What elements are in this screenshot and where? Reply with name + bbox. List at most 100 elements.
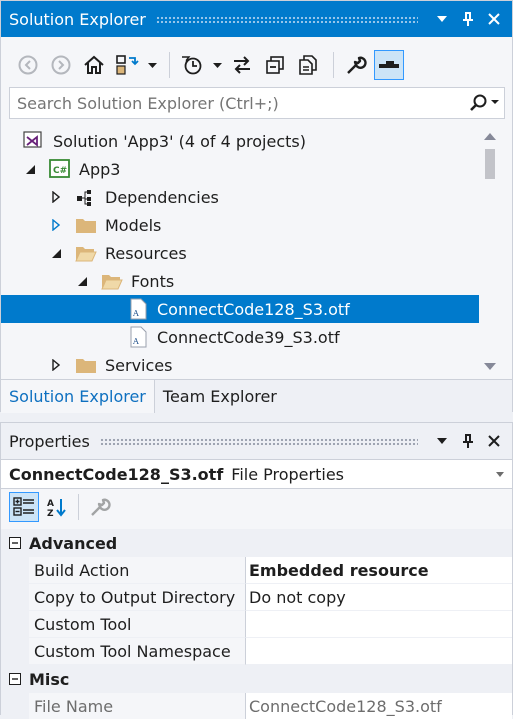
solution-explorer-titlebar[interactable]: Solution Explorer (1, 1, 512, 37)
switch-views-dropdown-icon[interactable] (145, 50, 159, 80)
svg-text:A: A (132, 337, 139, 346)
property-pages-wrench-icon[interactable] (85, 492, 115, 522)
tree-item-app3[interactable]: C# App3 (1, 155, 479, 183)
alphabetical-icon[interactable]: AZ (42, 492, 72, 522)
property-value[interactable] (246, 611, 512, 638)
properties-titlebar[interactable]: Properties (1, 423, 512, 459)
font-file-icon: A (127, 298, 149, 320)
folder-open-icon (101, 270, 123, 292)
tree-item-label: Models (105, 215, 162, 235)
tree-item-resources[interactable]: Resources (1, 239, 479, 267)
tree-item-label: Services (105, 355, 173, 375)
close-icon[interactable] (482, 7, 506, 31)
pending-changes-filter-icon[interactable] (177, 50, 207, 80)
row-gutter (1, 611, 29, 638)
property-row-build-action[interactable]: Build Action Embedded resource (1, 557, 512, 584)
solution-tree[interactable]: Solution 'App3' (4 of 4 projects) C# App… (1, 125, 481, 377)
back-icon[interactable] (13, 50, 43, 80)
pin-icon[interactable] (456, 7, 480, 31)
category-advanced[interactable]: Advanced (1, 529, 512, 557)
tree-item-dependencies[interactable]: Dependencies (1, 183, 479, 211)
row-gutter (1, 584, 29, 611)
row-gutter (1, 638, 29, 665)
pin-icon[interactable] (456, 429, 480, 453)
svg-text:A: A (132, 309, 139, 318)
categorized-icon[interactable] (9, 492, 39, 522)
row-gutter (1, 693, 29, 719)
window-position-dropdown-icon[interactable] (430, 7, 454, 31)
tree-item-connectcode128-selected[interactable]: A ConnectCode128_S3.otf (1, 295, 479, 323)
property-grid[interactable]: Advanced Build Action Embedded resource … (1, 529, 512, 719)
category-misc[interactable]: Misc (1, 665, 512, 693)
property-row-file-name[interactable]: File Name ConnectCode128_S3.otf (1, 693, 512, 719)
search-input[interactable] (17, 93, 464, 113)
titlebar-grip[interactable] (99, 437, 418, 445)
row-gutter (1, 557, 29, 584)
category-label: Misc (29, 669, 70, 689)
csharp-project-icon: C# (49, 158, 71, 180)
property-name: Custom Tool (29, 611, 246, 638)
scrollbar-thumb[interactable] (485, 149, 495, 179)
switch-views-icon[interactable] (112, 50, 142, 80)
collapsed-arrow-icon[interactable] (49, 190, 63, 204)
titlebar-grip[interactable] (155, 15, 418, 23)
tree-item-label: Solution 'App3' (4 of 4 projects) (53, 131, 306, 151)
collapse-all-icon[interactable] (260, 50, 290, 80)
collapse-box-icon[interactable] (1, 529, 29, 557)
tree-item-models[interactable]: Models (1, 211, 479, 239)
toolbar-separator (333, 52, 334, 78)
toolbar-separator (78, 494, 79, 520)
scroll-down-arrow-icon[interactable] (481, 357, 499, 375)
property-value[interactable]: Do not copy (246, 584, 512, 611)
tree-item-services[interactable]: Services (1, 351, 479, 377)
property-value[interactable]: ConnectCode128_S3.otf (246, 693, 512, 719)
expanded-arrow-icon[interactable] (75, 274, 89, 288)
folder-icon (75, 354, 97, 376)
forward-icon[interactable] (46, 50, 76, 80)
tree-item-label: App3 (79, 159, 121, 179)
tree-item-label: Dependencies (105, 187, 219, 207)
scroll-up-arrow-icon[interactable] (481, 127, 499, 145)
search-icon[interactable] (464, 88, 504, 118)
tab-solution-explorer[interactable]: Solution Explorer (1, 380, 155, 413)
pending-changes-dropdown-icon[interactable] (210, 50, 224, 80)
window-position-dropdown-icon[interactable] (430, 429, 454, 453)
property-name: Build Action (29, 557, 246, 584)
collapse-box-icon[interactable] (1, 665, 29, 693)
tree-item-fonts[interactable]: Fonts (1, 267, 479, 295)
property-row-custom-tool-namespace[interactable]: Custom Tool Namespace (1, 638, 512, 665)
expanded-arrow-icon[interactable] (23, 162, 37, 176)
close-icon[interactable] (482, 429, 506, 453)
expanded-arrow-icon[interactable] (49, 246, 63, 260)
object-selector-dropdown[interactable]: ConnectCode128_S3.otf File Properties (1, 459, 512, 489)
dependencies-icon (75, 186, 97, 208)
sync-with-active-document-icon[interactable] (227, 50, 257, 80)
property-value[interactable] (246, 638, 512, 665)
home-icon[interactable] (79, 50, 109, 80)
tree-vertical-scrollbar[interactable] (481, 125, 499, 377)
property-value[interactable]: Embedded resource (246, 557, 512, 584)
property-name: File Name (29, 693, 246, 719)
property-name: Custom Tool Namespace (29, 638, 246, 665)
show-all-files-icon[interactable] (293, 50, 323, 80)
tab-team-explorer[interactable]: Team Explorer (155, 380, 285, 413)
collapsed-arrow-icon[interactable] (49, 358, 63, 372)
solution-explorer-toolbar (1, 43, 512, 87)
svg-text:C#: C# (53, 166, 67, 176)
properties-wrench-icon[interactable] (341, 50, 371, 80)
property-row-custom-tool[interactable]: Custom Tool (1, 611, 512, 638)
tree-item-connectcode39[interactable]: A ConnectCode39_S3.otf (1, 323, 479, 351)
toolbar-separator (169, 52, 170, 78)
solution-explorer-title: Solution Explorer (9, 9, 146, 29)
category-label: Advanced (29, 533, 118, 553)
property-row-copy-to-output[interactable]: Copy to Output Directory Do not copy (1, 584, 512, 611)
collapsed-arrow-hover-icon[interactable] (49, 218, 63, 232)
tree-item-label: ConnectCode39_S3.otf (157, 327, 340, 347)
property-name: Copy to Output Directory (29, 584, 246, 611)
solution-explorer-pane: Solution Explorer Search Solution Explor… (0, 0, 513, 413)
chevron-down-icon[interactable] (488, 471, 512, 477)
preview-selected-items-icon[interactable] (374, 50, 404, 80)
object-type: File Properties (231, 464, 344, 484)
solution-explorer-search-box[interactable] (9, 87, 505, 119)
tree-item-solution[interactable]: Solution 'App3' (4 of 4 projects) (1, 127, 479, 155)
